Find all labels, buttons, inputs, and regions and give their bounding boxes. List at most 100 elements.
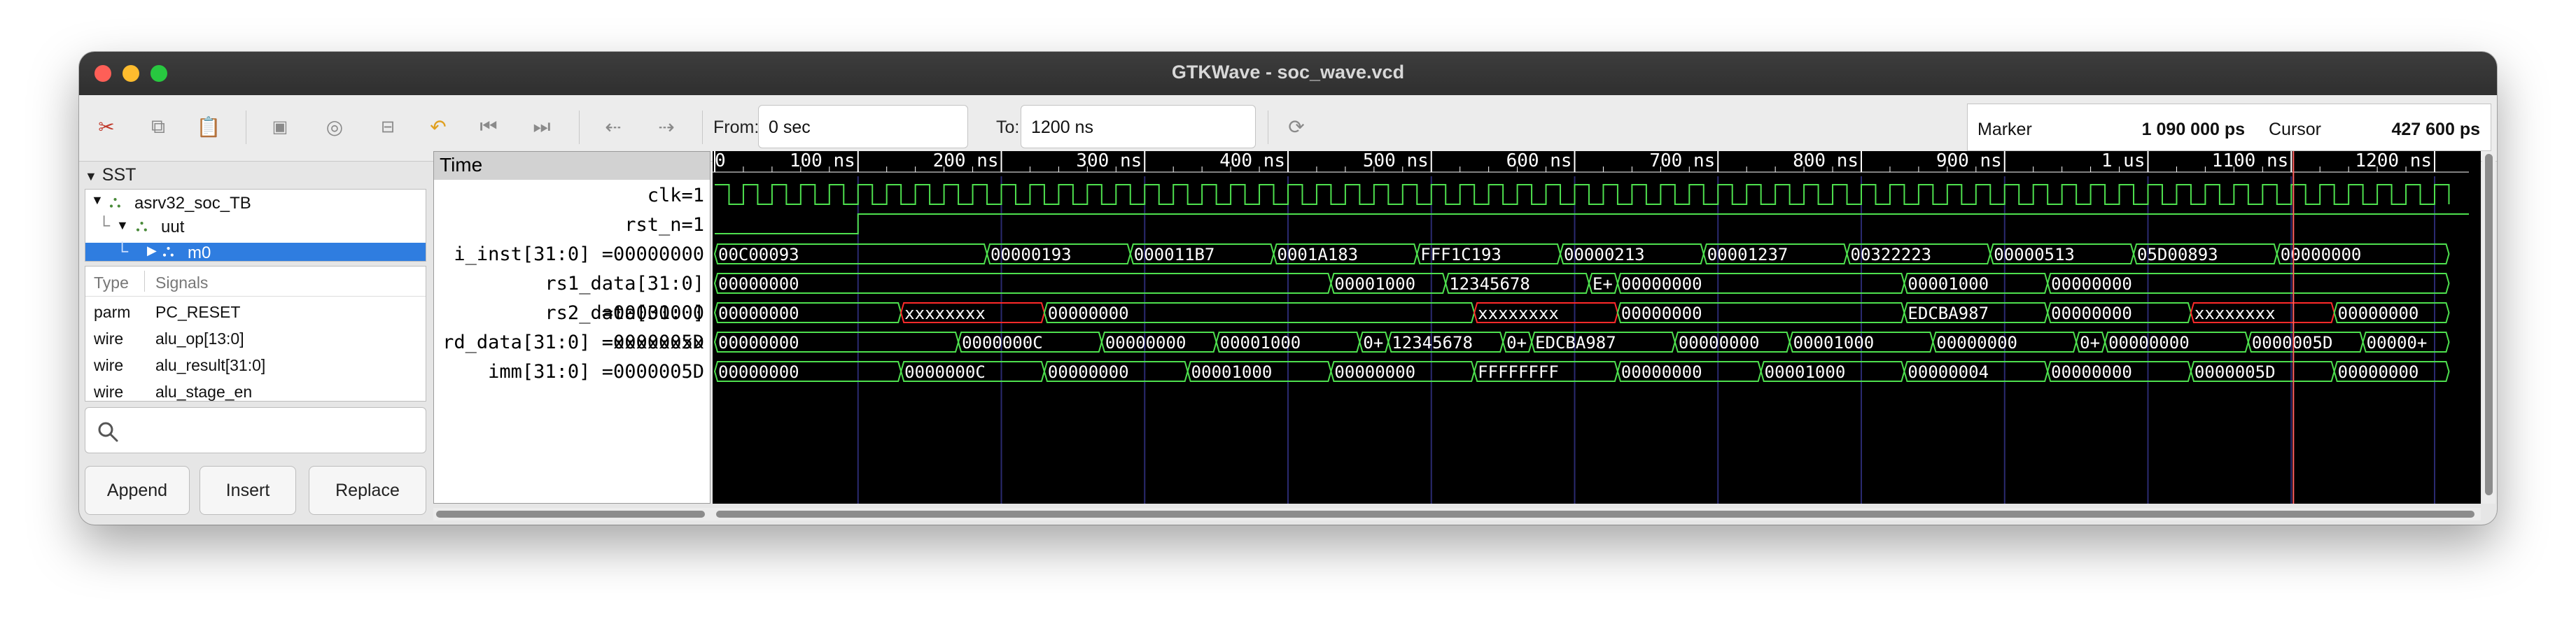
ruler-tick-label: 1 us [2101,151,2146,171]
tree-item-uut[interactable]: └ ▼ ⛬ uut [85,215,426,239]
cut-icon[interactable]: ✂ [93,113,120,140]
column-header-signals[interactable]: Signals [155,274,208,292]
rd_data-value-label: 00000+ [2367,333,2428,353]
rs1_data-value-label: 00000000 [2051,274,2132,294]
rs2_data-value-label: EDCBA987 [1907,304,1989,323]
to-time-input[interactable]: 1200 ns [1021,105,1256,148]
window-title: GTKWave - soc_wave.vcd [1171,62,1405,83]
ruler-tick-label: 400 ns [1219,151,1285,171]
tree-line-icon: └ [116,242,129,261]
hierarchy-tree: ▼ ⛬ asrv32_soc_TB └ ▼ ⛬ uut └ ▶ ⛬ m0 [85,189,426,262]
reload-icon[interactable]: ⟳ [1283,113,1310,140]
column-header-type[interactable]: Type [94,274,129,292]
signal-row[interactable]: wire alu_stage_en [85,383,426,409]
signal-row[interactable]: parm PC_RESET [85,303,426,329]
signal-name-clk[interactable]: clk=1 [434,181,704,211]
imm-value-label: 00000004 [1907,362,1989,382]
zoom-fit-icon[interactable]: ▣ [267,113,293,140]
gtkwave-window: GTKWave - soc_wave.vcd ✂ ⧉ 📋 ▣ ◎ ⊟ ↶ ⏮ ⏭… [79,52,2497,525]
search-icon [98,422,118,442]
append-button[interactable]: Append [85,466,190,515]
next-edge-icon[interactable]: ⇢ [653,113,680,140]
names-scroll-thumb[interactable] [436,511,705,518]
horizontal-scrollbar[interactable] [433,508,2481,520]
waveform-canvas[interactable]: 0 100 ns 200 ns 300 ns 400 ns 500 ns 600 ns 700… [713,151,2481,504]
rs1_data-segment [713,273,1332,294]
to-label: To: [996,118,1020,137]
signal-name: alu_op[13:0] [155,329,244,348]
ruler-tick-label: 0 [715,151,726,171]
rs2_data-value-label: xxxxxxxx [2194,304,2276,323]
imm-value-label: 00000000 [2051,362,2132,382]
tree-item-label: m0 [188,243,211,262]
time-header: Time [434,152,710,180]
rs2_data-value-label: 00000000 [2051,304,2132,323]
rs1_data-value-label: 00001000 [1334,274,1415,294]
signal-name-rs1-data[interactable]: rs1_data[31:0] =00000000 [434,269,704,324]
go-to-start-icon[interactable]: ⏮ [475,113,502,140]
vertical-scroll-thumb[interactable] [2485,154,2493,495]
i_inst-value-label: 05D00893 [2137,245,2218,264]
sst-header[interactable]: ▼ SST [85,165,136,185]
signal-name-rs2-data[interactable]: rs2_data[31:0] =xxxxxxxx [434,299,704,353]
expand-triangle-icon[interactable]: ▼ [91,193,104,208]
rd_data-value-label: 00001000 [1220,333,1301,353]
imm-value-label: 00000000 [2338,362,2419,382]
rs1_data-value-label: 00000000 [718,274,799,294]
signal-search-input[interactable] [85,407,426,453]
waveform-svg: 0 100 ns 200 ns 300 ns 400 ns 500 ns 600 ns 700… [713,151,2469,504]
i_inst-value-label: 000011B7 [1134,245,1215,264]
vertical-scrollbar[interactable] [2482,151,2496,504]
wave-scroll-thumb[interactable] [716,511,2474,518]
zoom-in-icon[interactable]: ◎ [321,113,348,140]
expand-triangle-icon[interactable]: ▼ [116,218,129,233]
imm-value-label: 00000000 [718,362,799,382]
signal-name: PC_RESET [155,303,241,321]
i_inst-value-label: 00000513 [1994,245,2075,264]
i_inst-value-label: 00001237 [1707,245,1788,264]
insert-button[interactable]: Insert [200,466,296,515]
replace-button[interactable]: Replace [309,466,426,515]
ruler-tick-label: 900 ns [1936,151,2002,171]
zoom-out-icon[interactable]: ⊟ [374,113,401,140]
paste-icon[interactable]: 📋 [195,113,222,140]
signals-list: Type Signals parm PC_RESET wire alu_op[1… [85,266,426,402]
cursor-label: Cursor [2269,120,2322,139]
signal-name-rd-data[interactable]: rd_data[31:0] =0000005D [434,328,704,357]
signal-row[interactable]: wire alu_op[13:0] [85,329,426,356]
ruler-tick-label: 700 ns [1649,151,1715,171]
module-icon: ⛬ [136,216,148,235]
rs1_data-value-label: 00000000 [1621,274,1702,294]
tree-item-label: uut [161,218,185,236]
signal-name-i-inst[interactable]: i_inst[31:0] =00000000 [434,240,704,269]
rd_data-value-label: 00000000 [1105,333,1186,353]
rd_data-value-label: 0000000C [962,333,1043,353]
collapse-triangle-icon[interactable]: ▶ [147,243,157,258]
rs2_data-value-label: xxxxxxxx [904,304,986,323]
undo-icon[interactable]: ↶ [425,113,451,140]
signal-name-imm[interactable]: imm[31:0] =0000005D [434,357,704,387]
signal-type: wire [94,383,124,401]
from-time-input[interactable]: 0 sec [758,105,968,148]
ruler-tick-label: 300 ns [1076,151,1142,171]
imm-value-label: 00000000 [1334,362,1415,382]
rs2_data-value-label: 00000000 [1048,304,1129,323]
marker-value: 1 090 000 ps [2141,120,2245,139]
previous-edge-icon[interactable]: ⇠ [600,113,626,140]
imm-value-label: 0000005D [2194,362,2276,382]
tree-item-m0[interactable]: └ ▶ ⛬ m0 [85,241,426,262]
signal-type: wire [94,356,124,374]
go-to-end-icon[interactable]: ⏭ [528,113,555,140]
module-icon: ⛬ [162,241,174,260]
signal-row[interactable]: wire alu_result[31:0] [85,356,426,383]
rd_data-value-label: 00000000 [1936,333,2017,353]
time-header-label: Time [440,154,483,176]
signal-type: parm [94,303,131,321]
copy-icon[interactable]: ⧉ [145,113,172,140]
rd_data-value-label: 0000005D [2252,333,2333,353]
tree-item-asrv32-soc-tb[interactable]: ▼ ⛬ asrv32_soc_TB [85,191,426,215]
clk-waveform [715,184,2450,205]
signal-name-rst-n[interactable]: rst_n=1 [434,211,704,240]
i_inst-value-label: 00000000 [2281,245,2362,264]
imm-value-label: 00001000 [1765,362,1846,382]
